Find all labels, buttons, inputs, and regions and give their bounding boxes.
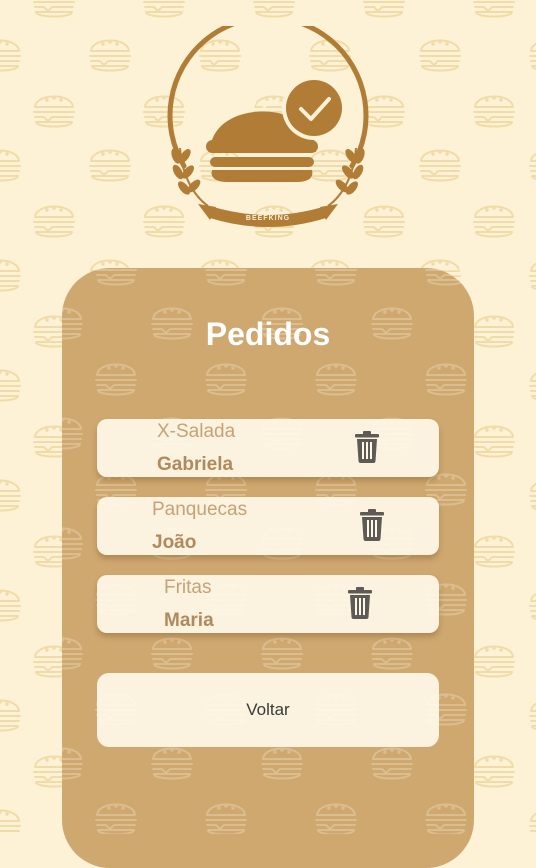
order-item-name: Fritas: [164, 577, 212, 598]
page-title: Pedidos: [205, 316, 331, 352]
order-customer-name: Maria: [164, 610, 214, 631]
order-card: Fritas Maria: [97, 575, 439, 633]
order-customer-name: João: [152, 532, 197, 553]
back-button[interactable]: Voltar: [97, 673, 439, 747]
delete-order-button[interactable]: [359, 509, 385, 541]
logo-wordmark: BEEFKING: [246, 215, 290, 222]
order-customer-name: Gabriela: [157, 454, 234, 475]
delete-order-button[interactable]: [347, 587, 373, 619]
order-card: X-Salada Gabriela: [97, 419, 439, 477]
trash-icon: [355, 431, 379, 463]
orders-panel: [62, 268, 474, 868]
trash-icon: [348, 587, 372, 619]
order-card: Panquecas João: [97, 497, 439, 555]
trash-icon: [360, 509, 384, 541]
order-item-name: Panquecas: [152, 499, 248, 520]
delete-order-button[interactable]: [354, 431, 380, 463]
order-item-name: X-Salada: [157, 421, 236, 442]
beefking-logo: BEEFKING: [164, 15, 372, 232]
